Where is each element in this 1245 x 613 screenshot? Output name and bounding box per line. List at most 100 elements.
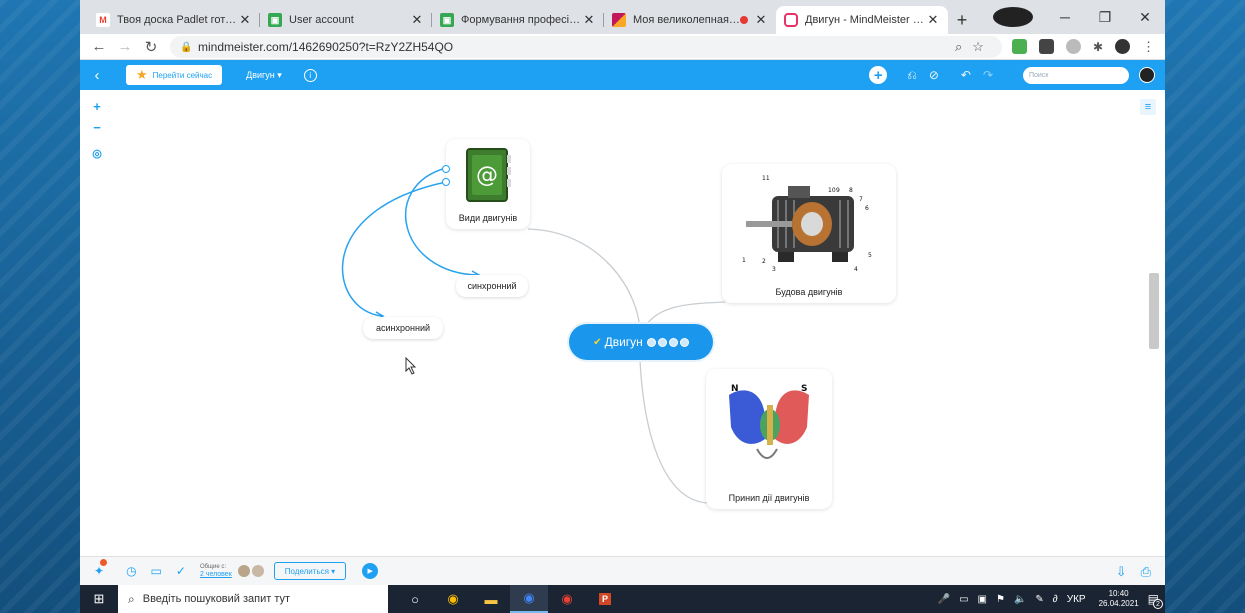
center-node-label: Двигун — [604, 335, 643, 349]
node-sync[interactable]: синхронний — [456, 275, 528, 297]
recording-icon — [740, 16, 748, 24]
bookmark-star-icon[interactable]: ☆ — [972, 39, 984, 55]
node-structure[interactable]: 11 10 9 8 7 6 5 4 3 2 1 Будова двигунів — [722, 164, 896, 303]
menu-kebab-icon[interactable]: ⋮ — [1142, 39, 1155, 55]
map-search-input[interactable]: Поиск — [1023, 66, 1129, 84]
windows-start-icon[interactable]: ⊞ — [80, 591, 118, 607]
new-tab-button[interactable]: + — [948, 6, 976, 34]
pen-icon[interactable]: ✎ — [1035, 594, 1043, 605]
mouse-cursor-icon — [405, 357, 417, 375]
collapse-dots[interactable] — [646, 337, 689, 347]
redo-icon[interactable]: ↷ — [983, 68, 993, 82]
close-icon[interactable]: ✕ — [926, 12, 940, 28]
map-menu[interactable]: Двигун ▾ — [246, 70, 282, 81]
zoom-icon[interactable]: ⌕ — [955, 39, 962, 55]
node-principle[interactable]: N S Принип дії двигунів — [706, 369, 832, 509]
share-label: Поделиться ▾ — [284, 566, 336, 576]
connector-handle-top[interactable] — [442, 165, 450, 173]
notification-center-icon[interactable]: ▤ 2 — [1148, 592, 1163, 609]
shared-with-link[interactable]: 2 человек — [200, 571, 232, 579]
board-icon — [612, 13, 626, 27]
center-node[interactable]: ✔ Двигун — [569, 324, 713, 360]
info-icon[interactable]: i — [303, 68, 317, 82]
extension-globe-icon[interactable] — [1065, 39, 1081, 54]
connect-icon[interactable]: ⎌ — [907, 68, 917, 83]
clock-time: 10:40 — [1108, 589, 1129, 598]
goto-now-button[interactable]: ★ Перейти сейчас — [126, 65, 223, 85]
side-menu-button[interactable]: ≡ — [1140, 99, 1156, 115]
network-icon[interactable]: ⚑ — [996, 594, 1005, 605]
extensions-puzzle-icon[interactable]: ✱ — [1093, 40, 1103, 54]
tab-strip: M Твоя доска Padlet готова! - ✕ ▣ User a… — [80, 0, 1165, 34]
forward-button[interactable]: → — [112, 38, 138, 55]
powerpoint-icon[interactable]: P — [586, 585, 624, 613]
app-tray-icon[interactable]: ▣ — [978, 594, 987, 605]
taskbar-apps: ○ ◉ ▬ ◉ ◉ P — [396, 585, 624, 613]
notifications-icon[interactable]: ✦ — [94, 559, 107, 578]
extension-square-icon[interactable] — [1038, 39, 1054, 54]
center-view-icon[interactable]: ◎ — [92, 147, 102, 160]
chrome-second-icon[interactable]: ◉ — [548, 585, 586, 613]
close-icon[interactable]: ✕ — [754, 12, 768, 28]
desktop-background-right — [1165, 0, 1245, 613]
magnet-image: N S — [729, 384, 809, 459]
download-cloud-icon[interactable]: ⇩ — [1116, 564, 1127, 580]
zoom-in-button[interactable]: + — [93, 99, 101, 114]
play-presentation-button[interactable]: ▶ — [362, 563, 379, 579]
back-button[interactable]: ← — [86, 38, 112, 55]
url-field[interactable]: 🔒 mindmeister.com/1462690250?t=RzY2ZH54Q… — [170, 35, 1002, 58]
language-indicator[interactable]: УКР — [1067, 594, 1086, 605]
presentation-icon[interactable]: ▭ — [151, 564, 162, 578]
microphone-icon[interactable]: 🎤 — [938, 594, 950, 605]
task-check-icon[interactable]: ✓ — [176, 564, 186, 578]
forbid-icon[interactable]: ⊘ — [929, 68, 939, 82]
taskbar-search-placeholder: Введіть пошуковий запит тут — [142, 593, 291, 605]
chrome-icon[interactable]: ◉ — [434, 585, 472, 613]
address-bar: ← → ↻ 🔒 mindmeister.com/1462690250?t=RzY… — [80, 34, 1165, 60]
clock[interactable]: 10:40 26.04.2021 — [1099, 589, 1139, 609]
magnet-north: N — [731, 384, 739, 394]
tab-mindmeister[interactable]: Двигун - MindMeister мента ✕ — [776, 6, 948, 34]
tab-board[interactable]: Моя великолепная доск ✕ — [604, 6, 776, 34]
file-explorer-icon[interactable]: ▬ — [472, 585, 510, 613]
minimize-button[interactable]: ─ — [1045, 9, 1085, 25]
close-icon[interactable]: ✕ — [410, 12, 424, 28]
close-icon[interactable]: ✕ — [582, 12, 596, 28]
add-topic-button[interactable]: + — [869, 66, 888, 84]
connector-handle-bottom[interactable] — [442, 178, 450, 186]
taskbar-search-input[interactable]: ⌕ Введіть пошуковий запит тут — [118, 585, 388, 613]
restore-button[interactable]: ❐ — [1085, 9, 1125, 26]
user-avatar[interactable] — [1139, 67, 1155, 83]
share-button[interactable]: Поделиться ▾ — [273, 562, 347, 580]
tab-title: Моя великолепная доск — [633, 14, 740, 26]
chrome-active-icon[interactable]: ◉ — [510, 585, 548, 613]
vertical-scrollbar[interactable] — [1149, 273, 1159, 349]
tab-user-account[interactable]: ▣ User account ✕ — [260, 6, 432, 34]
tab-title: Двигун - MindMeister мента — [805, 14, 926, 26]
part-2: 2 — [762, 258, 766, 265]
profile-icon[interactable] — [993, 7, 1033, 27]
print-icon[interactable]: ⎙ — [1141, 564, 1151, 580]
signature-icon[interactable]: ∂ — [1053, 594, 1058, 605]
profile-avatar-icon[interactable] — [1115, 39, 1130, 54]
search-icon: ⌕ — [128, 591, 135, 606]
task-view-icon[interactable]: ○ — [396, 585, 434, 613]
mindmeister-icon — [784, 13, 798, 27]
close-icon[interactable]: ✕ — [238, 12, 252, 28]
node-types[interactable]: @ Види двигунів — [446, 139, 530, 229]
close-window-button[interactable]: ✕ — [1125, 9, 1165, 26]
history-icon[interactable]: ◷ — [126, 564, 136, 578]
zoom-out-button[interactable]: − — [93, 120, 101, 135]
mindmap-canvas[interactable]: + − ◎ ≡ @ Види двигунів синхронний асинх… — [80, 91, 1165, 556]
battery-icon[interactable]: ▭ — [959, 594, 968, 605]
node-async[interactable]: асинхронний — [363, 317, 443, 339]
tab-padlet[interactable]: M Твоя доска Padlet готова! - ✕ — [88, 6, 260, 34]
back-chevron-icon[interactable]: ‹ — [80, 67, 114, 84]
volume-icon[interactable]: 🔈 — [1014, 594, 1026, 605]
tab-professional[interactable]: ▣ Формування професійної ко ✕ — [432, 6, 604, 34]
undo-icon[interactable]: ↶ — [961, 68, 971, 82]
reload-button[interactable]: ↻ — [138, 38, 164, 56]
extension-shield-icon[interactable] — [1011, 39, 1027, 54]
link-center-types — [527, 228, 641, 335]
gmail-icon: M — [96, 13, 110, 27]
